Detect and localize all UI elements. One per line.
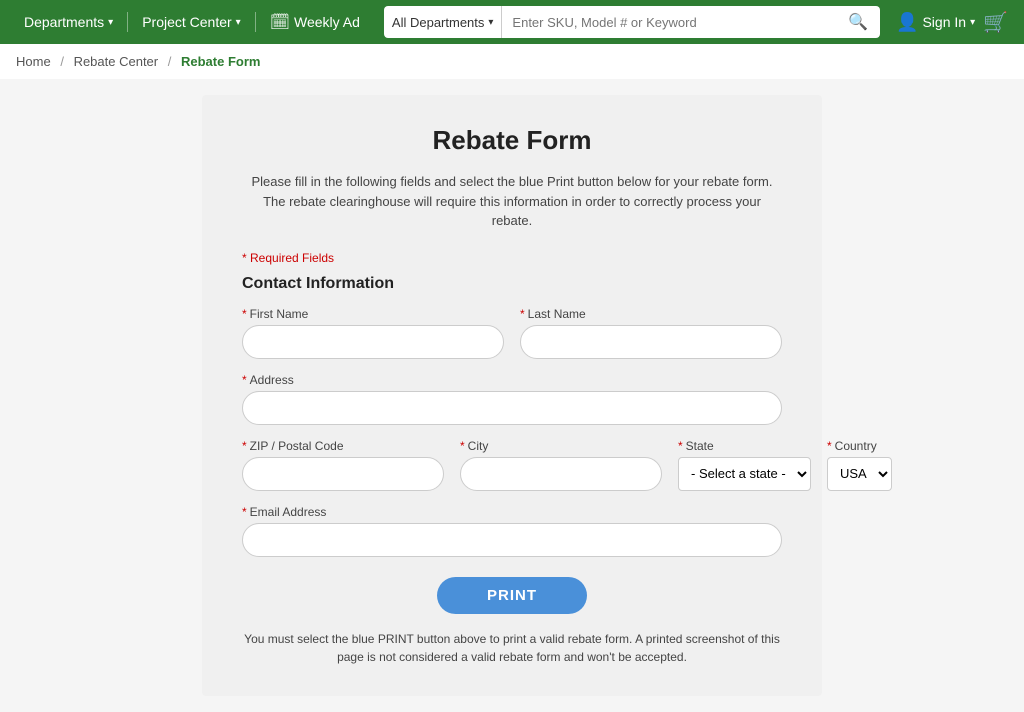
nav-divider-1	[127, 12, 128, 32]
state-select[interactable]: - Select a state -	[678, 457, 811, 491]
first-name-input[interactable]	[242, 325, 504, 359]
form-description: Please fill in the following fields and …	[242, 172, 782, 231]
location-row: *ZIP / Postal Code *City *State - Select…	[242, 439, 782, 491]
project-center-label: Project Center	[142, 14, 231, 30]
country-select[interactable]: USA	[827, 457, 892, 491]
state-label: *State	[678, 439, 811, 453]
zip-input[interactable]	[242, 457, 444, 491]
weekly-ad-nav[interactable]: 🗓 Weekly Ad	[262, 12, 368, 32]
email-group: *Email Address	[242, 505, 782, 557]
breadcrumb: Home / Rebate Center / Rebate Form	[0, 44, 1024, 79]
print-note: You must select the blue PRINT button ab…	[242, 630, 782, 666]
address-label: *Address	[242, 373, 782, 387]
departments-chevron-icon: ▾	[108, 17, 113, 28]
breadcrumb-separator-1: /	[60, 54, 64, 69]
search-input[interactable]	[502, 6, 836, 38]
city-group: *City	[460, 439, 662, 491]
form-title: Rebate Form	[242, 125, 782, 156]
city-label: *City	[460, 439, 662, 453]
email-row: *Email Address	[242, 505, 782, 557]
email-input[interactable]	[242, 523, 782, 557]
project-center-chevron-icon: ▾	[236, 17, 241, 28]
first-name-label: *First Name	[242, 307, 504, 321]
weekly-ad-icon: 🗓	[270, 12, 290, 32]
breadcrumb-current: Rebate Form	[181, 54, 260, 69]
search-dept-selector[interactable]: All Departments ▾	[384, 6, 503, 38]
search-dept-chevron-icon: ▾	[488, 17, 493, 28]
rebate-form-container: Rebate Form Please fill in the following…	[202, 95, 822, 696]
sign-in-label: Sign In	[922, 14, 966, 30]
weekly-ad-label: Weekly Ad	[294, 14, 360, 30]
state-group: *State - Select a state -	[678, 439, 811, 491]
country-group: *Country USA	[827, 439, 892, 491]
address-input[interactable]	[242, 391, 782, 425]
project-center-nav[interactable]: Project Center ▾	[134, 14, 249, 30]
nav-divider-2	[255, 12, 256, 32]
last-name-input[interactable]	[520, 325, 782, 359]
sign-in-button[interactable]: 👤 Sign In ▾	[896, 12, 975, 33]
address-group: *Address	[242, 373, 782, 425]
required-note: * Required Fields	[242, 251, 782, 265]
departments-nav[interactable]: Departments ▾	[16, 14, 121, 30]
main-content: Rebate Form Please fill in the following…	[0, 79, 1024, 712]
departments-label: Departments	[24, 14, 104, 30]
breadcrumb-separator-2: /	[168, 54, 172, 69]
contact-info-title: Contact Information	[242, 275, 782, 293]
email-label: *Email Address	[242, 505, 782, 519]
country-label: *Country	[827, 439, 892, 453]
print-button[interactable]: PRINT	[437, 577, 587, 614]
last-name-label: *Last Name	[520, 307, 782, 321]
search-button[interactable]: 🔍	[836, 6, 880, 38]
search-dept-label: All Departments	[392, 15, 484, 30]
search-bar: All Departments ▾ 🔍	[384, 6, 880, 38]
header: Departments ▾ Project Center ▾ 🗓 Weekly …	[0, 0, 1024, 44]
first-name-group: *First Name	[242, 307, 504, 359]
city-input[interactable]	[460, 457, 662, 491]
sign-in-chevron-icon: ▾	[970, 17, 975, 28]
zip-label: *ZIP / Postal Code	[242, 439, 444, 453]
name-row: *First Name *Last Name	[242, 307, 782, 359]
header-right: 👤 Sign In ▾ 🛒	[896, 10, 1008, 35]
zip-group: *ZIP / Postal Code	[242, 439, 444, 491]
user-icon: 👤	[896, 12, 918, 33]
address-row: *Address	[242, 373, 782, 425]
cart-button[interactable]: 🛒	[983, 10, 1008, 35]
breadcrumb-home[interactable]: Home	[16, 54, 51, 69]
last-name-group: *Last Name	[520, 307, 782, 359]
breadcrumb-rebate-center[interactable]: Rebate Center	[74, 54, 159, 69]
